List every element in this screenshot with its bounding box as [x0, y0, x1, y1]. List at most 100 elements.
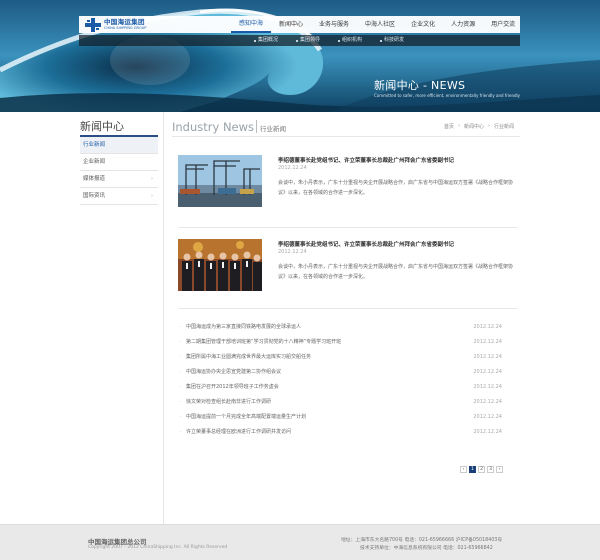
list-item[interactable]: · 集团在沪召开2012年领导班子工作务虚会 2012.12.24	[178, 380, 518, 395]
news-list: · 中国海运成为第三家直接同铁路电发展的全球承运人 2012.12.24 · 第二期集…	[178, 320, 518, 440]
footer-copyright: Copyright 2007 - 2012 ChinaShipping Inc.…	[88, 545, 228, 550]
list-item[interactable]: · 中国海运协办央企思宣党建第二协作组会议 2012.12.24	[178, 365, 518, 380]
breadcrumb-current: 行业新闻	[493, 124, 514, 130]
pagination: ‹ 1 2 3 ›	[460, 466, 503, 473]
column-divider	[163, 112, 164, 524]
section-divider	[178, 227, 518, 228]
bullet-icon: ·	[180, 354, 182, 360]
news-thumbnail[interactable]	[178, 239, 262, 291]
page-button-3[interactable]: 3	[487, 466, 494, 473]
sidebar-item-media-reports[interactable]: 媒体报道 ›	[80, 171, 158, 188]
logo-chinese-name: 中国海运集团	[104, 18, 145, 26]
sidebar-item-industry-news[interactable]: 行业新闻	[80, 137, 158, 154]
news-summary: 会谈中，朱小丹表示，广东十分重视与央企开展战略合作，启广东省与中国海运双方签署《…	[278, 264, 514, 280]
bullet-icon: ·	[180, 414, 182, 420]
breadcrumb-home[interactable]: 首页	[444, 123, 454, 130]
banner-slogan: Committed to safer, more efficient, envi…	[374, 93, 521, 98]
bullet-icon	[380, 39, 383, 42]
list-item-date: 2012.12.24	[473, 414, 502, 420]
section-title-chinese: 行业新闻	[260, 125, 286, 133]
news-title[interactable]: 李绍德董事长赴党组书记、许立荣董事长总裁赴广州拜会广东省委副书记	[278, 156, 454, 164]
bullet-icon	[338, 39, 341, 42]
breadcrumb-separator: ›	[487, 123, 490, 129]
list-item[interactable]: · 许立荣董事总经理在欧洲进行工作调研并发访问 2012.12.24	[178, 425, 518, 440]
top-navigation-bar: 中国海运集团 CHINA SHIPPING GROUP 感知中海 新闻中心 业务…	[79, 16, 520, 33]
subnav-item-organization[interactable]: 组织机构	[329, 35, 371, 46]
breadcrumb-separator: ›	[457, 123, 460, 129]
page-button-2[interactable]: 2	[478, 466, 485, 473]
featured-news-item[interactable]: 李绍德董事长赴党组书记、许立荣董事长总裁赴广州拜会广东省委副书记 2012.12…	[178, 239, 518, 297]
nav-item-news[interactable]: 新闻中心	[271, 16, 311, 33]
nav-item-perceive[interactable]: 感知中海	[231, 16, 272, 33]
list-item[interactable]: · 中国海运成为第三家直接同铁路电发展的全球承运人 2012.12.24	[178, 320, 518, 335]
list-item-date: 2012.12.24	[473, 429, 502, 435]
list-item-date: 2012.12.24	[473, 324, 502, 330]
list-item-title[interactable]: 第二期集团管理干部培训班第“学习贯彻党的十八精神”专题学习班开班	[186, 339, 341, 345]
list-item-title[interactable]: 集团在沪召开2012年领导班子工作务虚会	[186, 384, 279, 390]
list-item-title[interactable]: 徐文荣对检查组长赴南非进行工作调研	[186, 399, 271, 405]
list-item-title[interactable]: 中国海运提前一个月完成全年高端配置端运量生产计划	[186, 414, 306, 420]
news-date: 2012.12.24	[278, 165, 307, 171]
prev-page-button[interactable]: ‹	[460, 466, 467, 473]
featured-news-item[interactable]: 李绍德董事长赴党组书记、许立荣董事长总裁赴广州拜会广东省委副书记 2012.12…	[178, 155, 518, 213]
breadcrumb: 首页 › 新闻中心 › 行业新闻	[444, 123, 514, 130]
sidebar-title: 新闻中心	[80, 118, 158, 137]
bullet-icon: ·	[180, 369, 182, 375]
nav-item-business[interactable]: 业务与服务	[311, 16, 357, 33]
list-item[interactable]: · 中国海运提前一个月完成全年高端配置端运量生产计划 2012.12.24	[178, 410, 518, 425]
breadcrumb-news-center[interactable]: 新闻中心	[464, 123, 484, 130]
bullet-icon: ·	[180, 339, 182, 345]
list-item[interactable]: · 第二期集团管理干部培训班第“学习贯彻党的十八精神”专题学习班开班 2012.12…	[178, 335, 518, 350]
header-banner: 中国海运集团 CHINA SHIPPING GROUP 感知中海 新闻中心 业务…	[0, 0, 600, 112]
section-divider	[178, 308, 518, 309]
nav-item-culture[interactable]: 企业文化	[403, 16, 443, 33]
news-summary: 会谈中，朱小丹表示，广东十分重视与央企开展战略合作，启广东省与中国海运双方签署《…	[278, 180, 514, 196]
port-cranes-photo	[178, 155, 262, 207]
section-title-english: Industry News	[172, 120, 255, 134]
group-meeting-photo	[178, 239, 262, 291]
subnav-item-research[interactable]: 科技研发	[371, 35, 413, 46]
list-item-title[interactable]: 中国海运协办央企思宣党建第二协作组会议	[186, 369, 281, 375]
nav-item-community[interactable]: 中海人社区	[357, 16, 403, 33]
chevron-right-icon: ›	[151, 176, 153, 182]
footer-address: 地址：上海市东大名路700号 电话：021-65966666 沪ICP备0501…	[341, 538, 503, 543]
news-thumbnail[interactable]	[178, 155, 262, 207]
subnav-item-overview[interactable]: 集团概况	[245, 35, 287, 46]
list-item-date: 2012.12.24	[473, 399, 502, 405]
logo-english-name: CHINA SHIPPING GROUP	[104, 25, 147, 30]
sub-navigation-bar: 集团概况 集团领导 组织机构 科技研发	[79, 35, 520, 46]
list-item[interactable]: · 徐文荣对检查组长赴南非进行工作调研 2012.12.24	[178, 395, 518, 410]
list-item-date: 2012.12.24	[473, 369, 502, 375]
bullet-icon: ·	[180, 324, 182, 330]
bullet-icon: ·	[180, 384, 182, 390]
bullet-icon: ·	[180, 429, 182, 435]
list-item-title[interactable]: 集团所属中海工业圆满完成世界最大运库实习船交船任务	[186, 354, 311, 360]
content-header: Industry News 行业新闻 首页 › 新闻中心 › 行业新闻	[172, 118, 520, 137]
list-item-date: 2012.12.24	[473, 354, 502, 360]
list-item-date: 2012.12.24	[473, 339, 502, 345]
sidebar-item-company-news[interactable]: 企业新闻	[80, 154, 158, 171]
list-item-date: 2012.12.24	[473, 384, 502, 390]
sidebar-item-international-info[interactable]: 国际资讯 ›	[80, 188, 158, 205]
bullet-icon	[254, 39, 256, 42]
list-item-title[interactable]: 中国海运成为第三家直接同铁路电发展的全球承运人	[186, 324, 301, 330]
footer-support: 技术支持单位：中海信息系统有限公司 电话：021-65966842	[360, 546, 493, 551]
nav-item-hr[interactable]: 人力资源	[443, 16, 483, 33]
main-navigation: 感知中海 新闻中心 业务与服务 中海人社区 企业文化 人力资源 用户交流	[231, 16, 523, 33]
logo-icon	[85, 17, 101, 32]
list-item[interactable]: · 集团所属中海工业圆满完成世界最大运库实习船交船任务 2012.12.24	[178, 350, 518, 365]
next-page-button[interactable]: ›	[496, 466, 503, 473]
banner-title: 新闻中心 - NEWS	[374, 79, 466, 92]
chevron-right-icon: ›	[151, 193, 153, 199]
title-separator	[256, 120, 257, 133]
nav-item-contact[interactable]: 用户交流	[483, 16, 523, 33]
bullet-icon	[296, 39, 299, 42]
bullet-icon: ·	[180, 399, 182, 405]
page-button-1[interactable]: 1	[469, 466, 476, 473]
news-date: 2012.12.24	[278, 249, 307, 255]
company-logo[interactable]: 中国海运集团 CHINA SHIPPING GROUP	[85, 17, 146, 32]
sidebar: 新闻中心 行业新闻 企业新闻 媒体报道 › 国际资讯 ›	[80, 118, 158, 205]
news-title[interactable]: 李绍德董事长赴党组书记、许立荣董事长总裁赴广州拜会广东省委副书记	[278, 240, 454, 248]
list-item-title[interactable]: 许立荣董事总经理在欧洲进行工作调研并发访问	[186, 429, 291, 435]
subnav-item-leaders[interactable]: 集团领导	[287, 35, 329, 46]
